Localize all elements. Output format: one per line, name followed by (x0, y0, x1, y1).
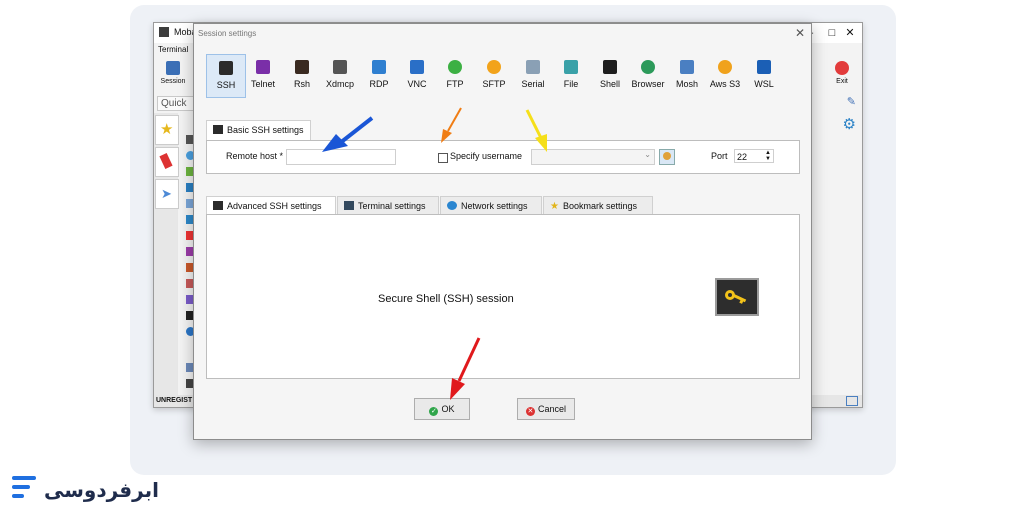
yellow-arrow (525, 109, 547, 152)
brand-logo-icon (12, 476, 36, 498)
brand-name: ابرفردوسی (44, 480, 159, 502)
orange-arrow (441, 107, 462, 143)
red-arrow (450, 337, 481, 400)
annotation-arrows (322, 107, 547, 400)
blue-arrow (322, 116, 374, 152)
